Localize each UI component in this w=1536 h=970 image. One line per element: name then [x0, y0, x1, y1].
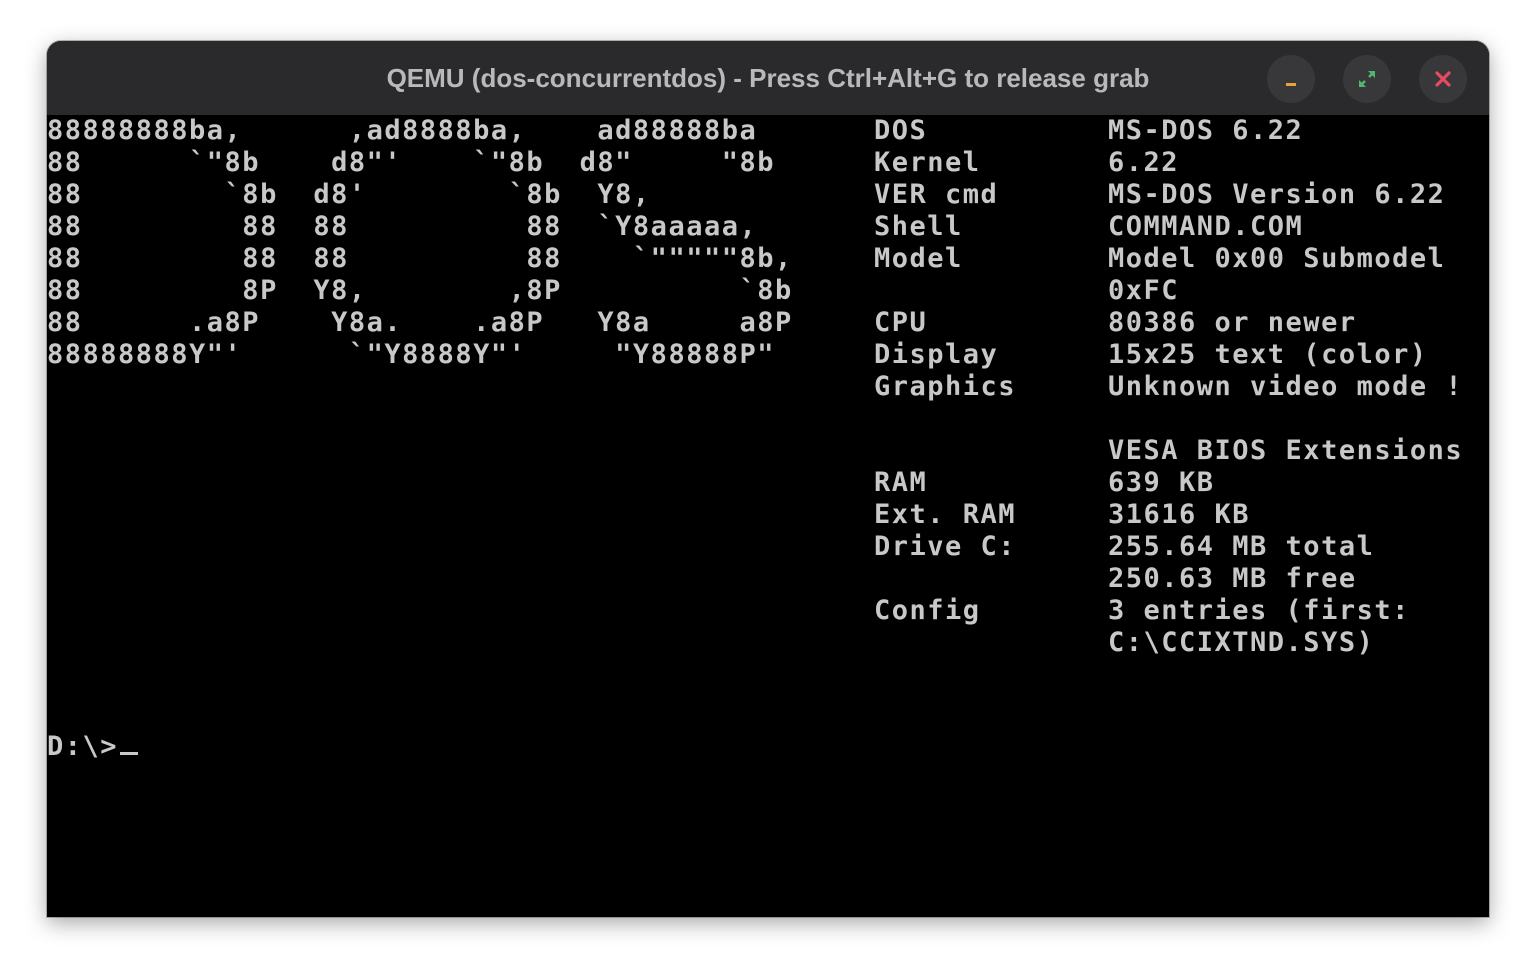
ascii-art-line: 88888888ba, ,ad8888ba, ad88888ba — [47, 115, 758, 146]
info-value-graphics: Unknown video mode ! — [1108, 371, 1464, 402]
info-label-ext-ram: Ext. RAM — [874, 499, 1017, 530]
ascii-art-line: 88 .a8P Y8a. .a8P Y8a a8P — [47, 307, 793, 338]
ascii-art-line: 88 88 88 88 `"""""8b, — [47, 243, 793, 274]
info-label-ram: RAM — [874, 467, 928, 498]
close-icon — [1435, 71, 1451, 87]
ascii-art-line: 88 `8b d8' `8b Y8, — [47, 179, 651, 210]
info-value-ext-ram: 31616 KB — [1108, 499, 1251, 530]
ascii-art-line: 88 8P Y8, ,8P `8b — [47, 275, 793, 306]
info-value-config: 3 entries (first: — [1108, 595, 1410, 626]
info-label-cpu: CPU — [874, 307, 928, 338]
title-bar[interactable]: QEMU (dos-concurrentdos) - Press Ctrl+Al… — [47, 41, 1489, 115]
maximize-icon — [1359, 71, 1375, 87]
info-label-display: Display — [874, 339, 999, 370]
info-value-shell: COMMAND.COM — [1108, 211, 1304, 242]
info-value-dos: MS-DOS 6.22 — [1108, 115, 1304, 146]
info-value-cpu: 80386 or newer — [1108, 307, 1357, 338]
info-value-model-cont: 0xFC — [1108, 275, 1180, 306]
minimize-button[interactable] — [1267, 55, 1315, 103]
info-label-ver-cmd: VER cmd — [874, 179, 999, 210]
info-label-drive-c: Drive C: — [874, 531, 1017, 562]
info-value-config-cont: C:\CCIXTND.SYS) — [1108, 627, 1375, 658]
qemu-window: QEMU (dos-concurrentdos) - Press Ctrl+Al… — [47, 41, 1489, 917]
command-prompt-line[interactable]: D:\> — [47, 731, 139, 763]
info-value-ram: 639 KB — [1108, 467, 1215, 498]
ascii-art-line: 88888888Y"' `"Y8888Y"' "Y88888P" — [47, 339, 775, 370]
info-value-kernel: 6.22 — [1108, 147, 1180, 178]
info-label-graphics: Graphics — [874, 371, 1017, 402]
info-label-config: Config — [874, 595, 981, 626]
info-label-shell: Shell — [874, 211, 963, 242]
maximize-button[interactable] — [1343, 55, 1391, 103]
info-value-model: Model 0x00 Submodel — [1108, 243, 1446, 274]
close-button[interactable] — [1419, 55, 1467, 103]
info-label-dos: DOS — [874, 115, 928, 146]
ascii-art-line: 88 `"8b d8"' `"8b d8" "8b — [47, 147, 775, 178]
command-prompt: D:\> — [47, 731, 119, 762]
dos-console-screen[interactable]: 88888888ba, ,ad8888ba, ad88888ba 88 `"8b… — [47, 115, 1489, 917]
info-value-drive-c-free: 250.63 MB free — [1108, 563, 1357, 594]
text-cursor — [120, 752, 139, 755]
info-value-display: 15x25 text (color) — [1108, 339, 1428, 370]
info-value-drive-c-total: 255.64 MB total — [1108, 531, 1375, 562]
info-value-vesa: VESA BIOS Extensions — [1108, 435, 1464, 466]
info-label-model: Model — [874, 243, 963, 274]
info-label-kernel: Kernel — [874, 147, 981, 178]
minimize-icon — [1286, 83, 1296, 86]
info-value-ver-cmd: MS-DOS Version 6.22 — [1108, 179, 1446, 210]
ascii-art-line: 88 88 88 88 `Y8aaaaa, — [47, 211, 758, 242]
